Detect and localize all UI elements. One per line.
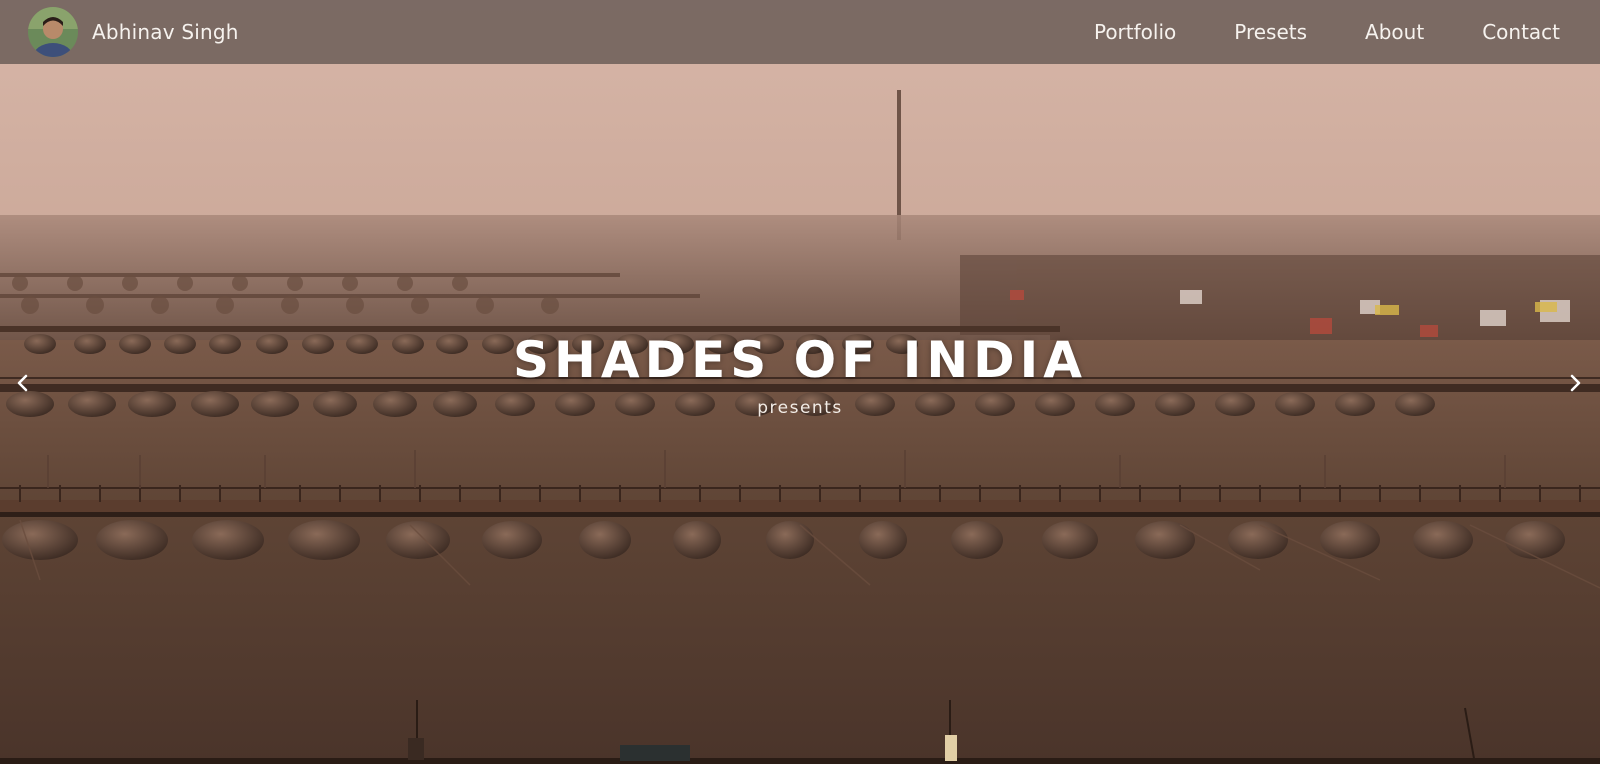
chevron-left-icon <box>17 374 28 392</box>
carousel-prev-button[interactable] <box>8 368 38 398</box>
chevron-right-icon <box>1570 374 1581 392</box>
nav-link-contact[interactable]: Contact <box>1482 20 1560 44</box>
nav-link-about[interactable]: About <box>1365 20 1424 44</box>
nav-link-presets[interactable]: Presets <box>1234 20 1307 44</box>
nav-link-portfolio[interactable]: Portfolio <box>1094 20 1176 44</box>
brand-name[interactable]: Abhinav Singh <box>92 20 239 44</box>
brand[interactable]: Abhinav Singh <box>28 7 239 57</box>
top-navbar: Abhinav Singh Portfolio Presets About Co… <box>0 0 1600 64</box>
avatar[interactable] <box>28 7 78 57</box>
nav-menu: Portfolio Presets About Contact <box>1036 20 1560 44</box>
carousel-next-button[interactable] <box>1560 368 1590 398</box>
hero-carousel: Abhinav Singh Portfolio Presets About Co… <box>0 0 1600 764</box>
hero-background-image <box>0 0 1600 764</box>
